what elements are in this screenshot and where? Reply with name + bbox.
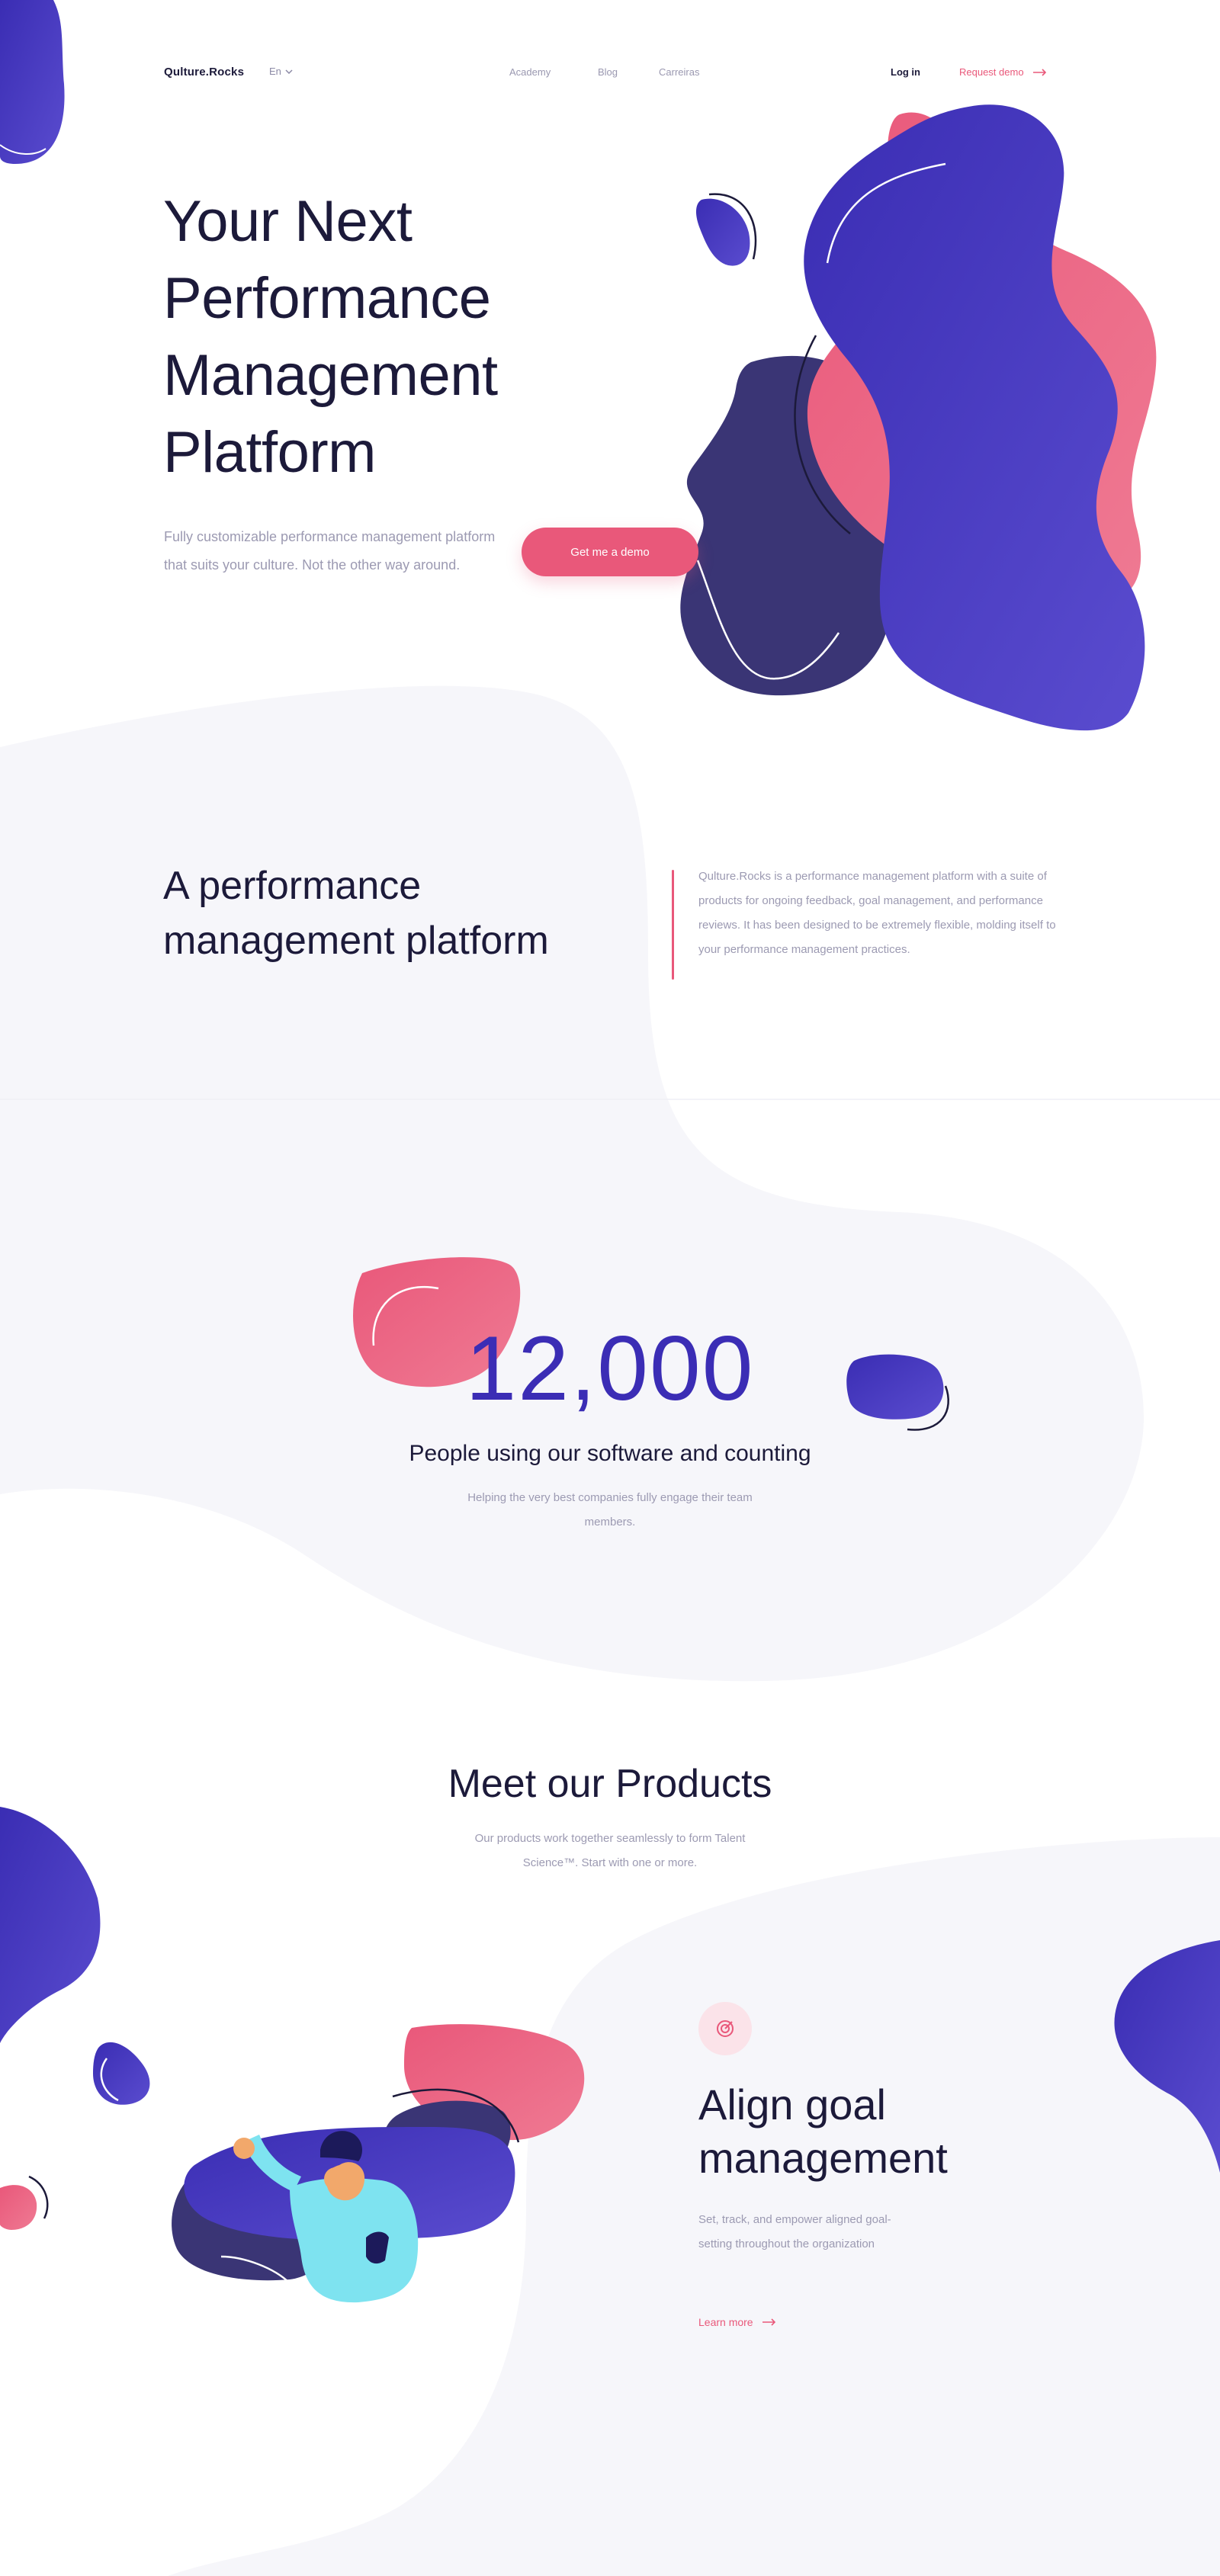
person-illustration — [172, 2024, 585, 2303]
language-label: En — [269, 66, 281, 77]
products-subtitle: Our products work together seamlessly to… — [474, 1832, 746, 1869]
nav-blog[interactable]: Blog — [598, 66, 618, 78]
stat-label: People using our software and counting — [409, 1441, 811, 1466]
logo[interactable]: Qulture.Rocks — [164, 66, 244, 79]
feature-title: Align goal management — [698, 2080, 948, 2182]
chevron-down-icon — [285, 69, 293, 74]
about-accent-bar — [672, 870, 674, 980]
nav-carreiras[interactable]: Carreiras — [659, 66, 699, 78]
hero-small-blob — [696, 198, 750, 266]
feature-icon-badge — [698, 2002, 752, 2055]
request-demo-label: Request demo — [959, 66, 1024, 78]
arrow-right-icon — [1032, 68, 1046, 76]
about-title: A performance management platform — [163, 864, 549, 963]
left-pink-blob — [0, 2185, 37, 2230]
left-blob-large — [0, 1807, 101, 2043]
login-link[interactable]: Log in — [891, 66, 920, 78]
stat-number: 12,000 — [465, 1317, 755, 1420]
nav-academy[interactable]: Academy — [509, 66, 551, 78]
get-demo-button[interactable]: Get me a demo — [522, 528, 698, 576]
target-icon — [717, 2020, 734, 2037]
language-selector[interactable]: En — [269, 66, 293, 77]
corner-blob — [0, 0, 65, 164]
feature-text: Set, track, and empower aligned goal-set… — [698, 2213, 891, 2250]
request-demo-link[interactable]: Request demo — [959, 66, 1047, 78]
learn-more-link[interactable]: Learn more — [698, 2316, 776, 2328]
arrow-right-icon — [762, 2318, 775, 2326]
hero-title: Your Next Performance Management Platfor… — [163, 189, 498, 485]
about-text: Qulture.Rocks is a performance managemen… — [698, 870, 1056, 956]
products-title: Meet our Products — [448, 1762, 772, 1806]
stat-subtitle: Helping the very best companies fully en… — [467, 1491, 753, 1529]
learn-more-label: Learn more — [698, 2316, 753, 2328]
hero-subtitle: Fully customizable performance managemen… — [164, 529, 496, 573]
